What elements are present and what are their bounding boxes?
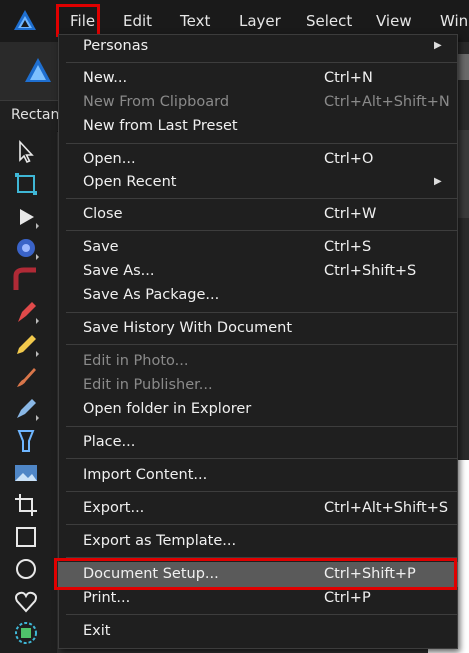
menu-item-label: Export... [83, 500, 145, 516]
menu-separator [66, 458, 458, 459]
menu-separator [66, 491, 458, 492]
menu-text[interactable]: Text [180, 12, 210, 30]
menu-item-label: Export as Template... [83, 533, 237, 549]
menu-separator [66, 524, 458, 525]
menu-item-label: Save [83, 239, 119, 255]
menu-view[interactable]: View [376, 12, 412, 30]
menu-separator [66, 198, 458, 199]
menu-item-label: Edit in Photo... [83, 353, 189, 369]
menu-item-edit-in-photo: Edit in Photo... [83, 349, 453, 373]
toolbar-overflow [458, 54, 469, 80]
place-image-tool-icon[interactable] [12, 459, 40, 487]
menu-item-label: Save As Package... [83, 287, 220, 303]
menu-select[interactable]: Select [306, 12, 352, 30]
submenu-arrow-icon: ▶ [434, 40, 442, 51]
menu-item-export[interactable]: Export... Ctrl+Alt+Shift+S [83, 496, 453, 520]
menu-separator [66, 143, 458, 144]
menu-item-new-from-clipboard: New From Clipboard Ctrl+Alt+Shift+N [83, 90, 453, 114]
menu-item-place[interactable]: Place... [83, 430, 453, 454]
menu-item-label: Edit in Publisher... [83, 377, 213, 393]
file-menu-highlight-box [56, 4, 100, 37]
menu-separator [66, 614, 458, 615]
heart-shape-tool-icon[interactable] [12, 587, 40, 615]
move-tool-icon[interactable] [12, 138, 40, 166]
menu-item-edit-in-publisher: Edit in Publisher... [83, 373, 453, 397]
menu-item-label: Save As... [83, 263, 155, 279]
menu-item-label: Open Recent [83, 174, 177, 190]
menu-item-shortcut: Ctrl+W [324, 206, 377, 222]
menu-separator [66, 230, 458, 231]
menu-item-shortcut: Ctrl+O [324, 151, 374, 167]
menu-item-save-as-package[interactable]: Save As Package... [83, 283, 453, 307]
corner-tool-icon[interactable] [12, 266, 40, 294]
designer-persona-icon[interactable] [22, 55, 54, 87]
menu-item-export-as-template[interactable]: Export as Template... [83, 529, 453, 553]
menu-item-label: Close [83, 206, 123, 222]
paint-brush-tool-icon[interactable] [12, 395, 40, 423]
menu-item-label: New From Clipboard [83, 94, 230, 110]
menu-item-new[interactable]: New... Ctrl+N [83, 66, 453, 90]
menu-item-label: Personas [83, 38, 149, 54]
menu-separator [66, 312, 458, 313]
menu-item-open-folder-in-explorer[interactable]: Open folder in Explorer [83, 397, 453, 421]
affinity-designer-logo-icon[interactable] [12, 8, 38, 34]
menu-item-shortcut: Ctrl+S [324, 239, 372, 255]
menu-item-shortcut: Ctrl+Alt+Shift+S [324, 500, 449, 516]
ellipse-tool-icon[interactable] [12, 555, 40, 583]
menu-item-label: Exit [83, 623, 111, 639]
pen-tool-icon[interactable] [12, 298, 40, 326]
menu-separator [66, 426, 458, 427]
menu-edit[interactable]: Edit [123, 12, 152, 30]
menu-item-open[interactable]: Open... Ctrl+O [83, 147, 453, 171]
rectangle-tool-icon[interactable] [12, 523, 40, 551]
right-panel-edge [458, 130, 469, 218]
document-setup-highlight-box [54, 558, 457, 590]
menu-separator [66, 344, 458, 345]
menu-item-save[interactable]: Save Ctrl+S [83, 235, 453, 259]
menu-item-open-recent[interactable]: Open Recent ▶ [83, 170, 453, 194]
menu-item-label: Open... [83, 151, 136, 167]
menu-item-shortcut: Ctrl+Shift+S [324, 263, 417, 279]
menu-item-exit[interactable]: Exit [83, 619, 453, 643]
shape-builder-tool-icon[interactable] [12, 619, 40, 647]
menu-item-close[interactable]: Close Ctrl+W [83, 202, 453, 226]
node-tool-icon[interactable] [12, 203, 40, 231]
menu-item-import-content[interactable]: Import Content... [83, 463, 453, 487]
vector-brush-tool-icon[interactable] [12, 363, 40, 391]
crop-tool-icon[interactable] [12, 491, 40, 519]
menu-item-personas[interactable]: Personas ▶ [83, 34, 453, 58]
menu-item-label: Place... [83, 434, 136, 450]
submenu-arrow-icon: ▶ [434, 176, 442, 187]
menu-item-label: Open folder in Explorer [83, 401, 252, 417]
fill-tool-icon[interactable] [12, 427, 40, 455]
menu-item-save-as[interactable]: Save As... Ctrl+Shift+S [83, 259, 453, 283]
menu-item-label: New... [83, 70, 128, 86]
menu-item-shortcut: Ctrl+N [324, 70, 373, 86]
menu-layer[interactable]: Layer [239, 12, 281, 30]
pencil-tool-icon[interactable] [12, 331, 40, 359]
menu-item-label: New from Last Preset [83, 118, 238, 134]
point-transform-tool-icon[interactable] [12, 234, 40, 262]
menu-window[interactable]: Win [440, 12, 468, 30]
menu-item-label: Import Content... [83, 467, 208, 483]
artboard-tool-icon[interactable] [12, 170, 40, 198]
menu-item-label: Save History With Document [83, 320, 293, 336]
menu-item-new-from-last-preset[interactable]: New from Last Preset [83, 114, 453, 138]
menu-item-save-history[interactable]: Save History With Document [83, 316, 453, 340]
menu-separator [66, 62, 458, 63]
menu-item-shortcut: Ctrl+Alt+Shift+N [324, 94, 450, 110]
